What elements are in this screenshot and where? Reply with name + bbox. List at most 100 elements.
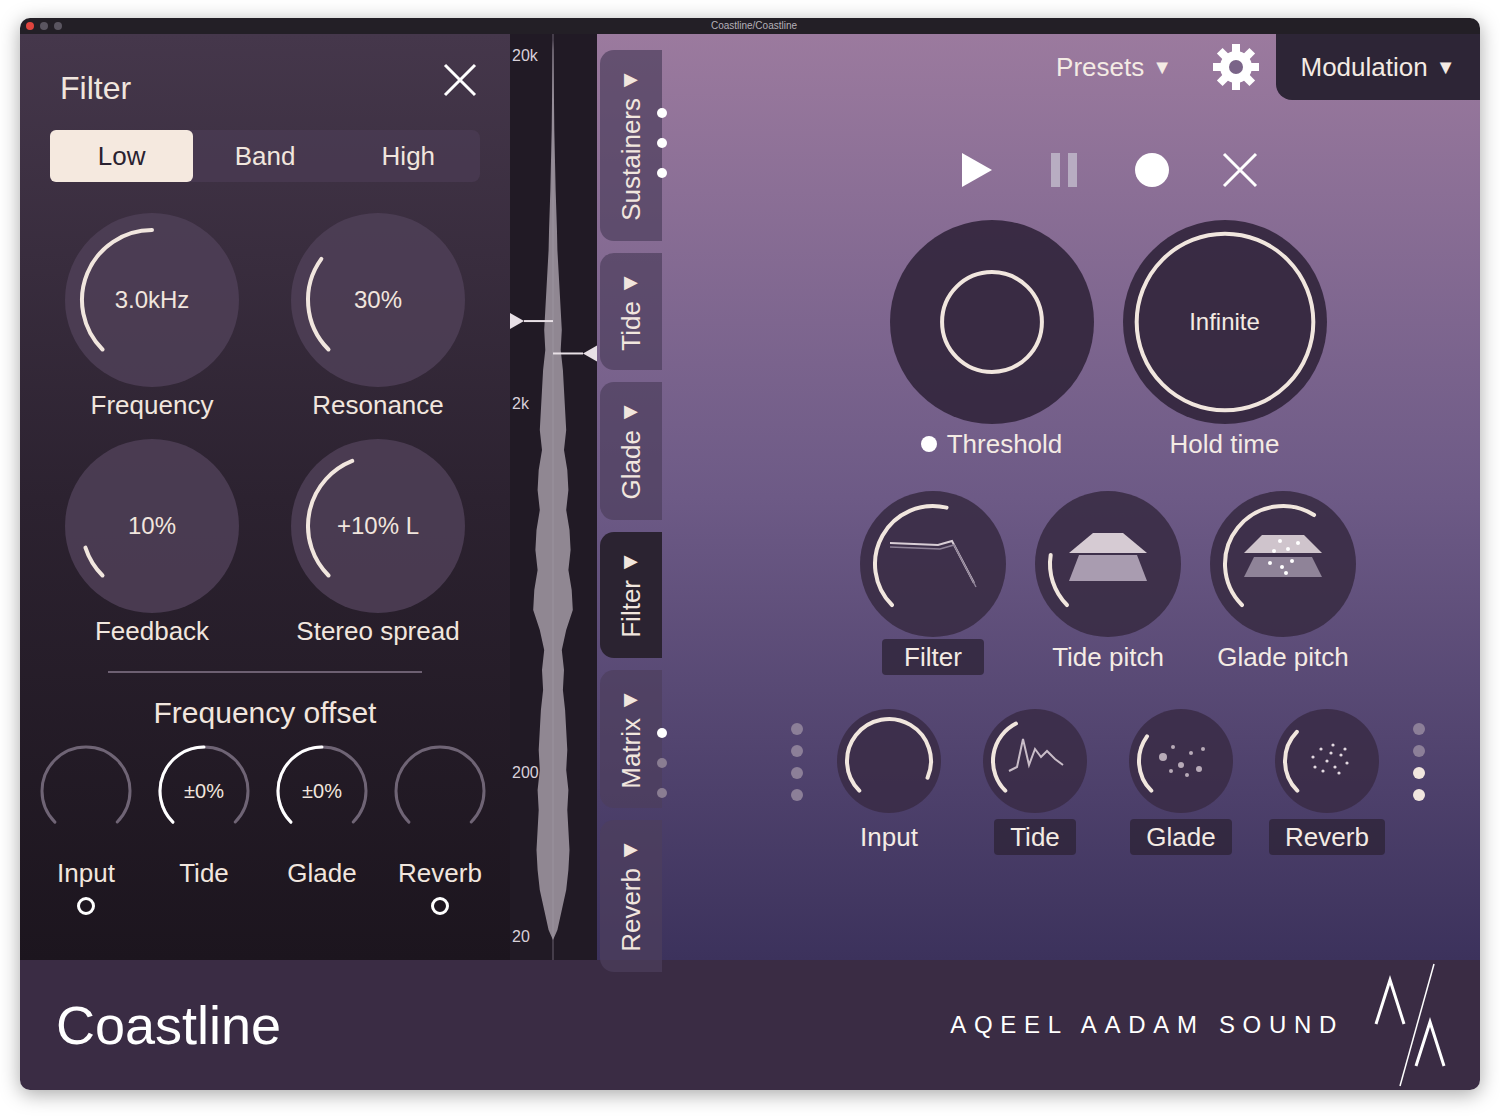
mode-option[interactable]: Low (50, 130, 193, 182)
minimize-button[interactable] (40, 22, 48, 30)
tab-label: Reverb (618, 868, 644, 952)
toggle-dot[interactable] (431, 897, 449, 915)
filter-panel: FilterLowBandHigh3.0kHzFrequency30%Reson… (20, 34, 510, 960)
module-tab[interactable]: ▶Reverb (600, 820, 662, 972)
knob[interactable]: ±0% (156, 743, 252, 839)
divider (108, 671, 422, 673)
knob-label: Input (844, 819, 934, 855)
modulation-menu[interactable]: Modulation▼ (1276, 34, 1480, 100)
knob-label: Glade (1130, 819, 1231, 855)
source-knob: Reverb (1275, 709, 1379, 855)
filter-curve-icon (890, 541, 976, 587)
module-tab[interactable]: ▶Matrix (600, 670, 662, 809)
knob[interactable] (983, 709, 1087, 813)
knob[interactable] (1275, 709, 1379, 813)
knob-label: Tide pitch (1030, 639, 1186, 675)
frequency-marker[interactable] (553, 345, 597, 361)
presets-menu[interactable]: Presets▼ (1056, 34, 1172, 100)
frequency-marker[interactable] (510, 313, 553, 329)
toggle-dot[interactable] (77, 897, 95, 915)
gear-icon[interactable] (1212, 43, 1260, 91)
filter-knob: 10%Feedback (39, 439, 265, 647)
modulation-dot (921, 436, 937, 452)
knob-label: Feedback (95, 615, 209, 647)
tab-label: Sustainers (618, 98, 644, 221)
panel-header: Filter (20, 58, 510, 118)
knob[interactable]: 30% (291, 213, 465, 387)
knob-label: Glade pitch (1195, 639, 1371, 675)
plugin-body: FilterLowBandHigh3.0kHzFrequency30%Reson… (20, 34, 1480, 960)
knob-label: Resonance (312, 389, 444, 421)
knob[interactable] (837, 709, 941, 813)
module-tab[interactable]: ▶Tide (600, 253, 662, 371)
knob[interactable]: 10% (65, 439, 239, 613)
mode-option[interactable]: Band (193, 130, 336, 182)
module-knobs: Filter Tide pitch Glade pitch (860, 491, 1356, 675)
knob-label: Filter (882, 639, 984, 675)
knob[interactable] (1129, 709, 1233, 813)
knob-label: Stereo spread (296, 615, 459, 647)
controls: ThresholdInfiniteHold timeFilterTide pit… (662, 100, 1480, 855)
module-tab[interactable]: ▶Glade (600, 382, 662, 519)
offset-knob: Input (27, 743, 145, 915)
play-icon[interactable] (956, 150, 996, 190)
knob-label: Glade (287, 857, 356, 889)
module-tabs: ▶Sustainers▶Tide▶Glade▶Filter▶Matrix▶Rev… (597, 34, 662, 960)
maker-name: AQEEL AADAM SOUND (950, 1007, 1344, 1043)
main-knob: InfiniteHold time (1123, 220, 1327, 460)
maker-logo-icon (1364, 962, 1456, 1088)
knob[interactable] (392, 743, 488, 839)
mode-selector: LowBandHigh (50, 130, 480, 182)
knob-label: Reverb (1269, 819, 1385, 855)
axis-tick: 2k (512, 394, 529, 414)
knob-label: Frequency (91, 389, 214, 421)
source-knob: Input (837, 709, 941, 855)
offset-knob: Reverb (381, 743, 499, 915)
knob[interactable] (1035, 491, 1181, 637)
tide-pitch-icon (1069, 533, 1147, 581)
knob-dial (392, 743, 488, 839)
knob[interactable] (1210, 491, 1356, 637)
knob-value: ±0% (274, 743, 370, 839)
axis-tick: 20 (512, 927, 530, 947)
knob-value: 30% (291, 213, 465, 387)
knob[interactable]: 3.0kHz (65, 213, 239, 387)
knob-value: ±0% (156, 743, 252, 839)
close-window-button[interactable] (26, 22, 34, 30)
page: Coastline/CoastlineFilterLowBandHigh3.0k… (0, 0, 1500, 1116)
knob[interactable]: Infinite (1123, 220, 1327, 424)
mode-option[interactable]: High (337, 130, 480, 182)
app-window: Coastline/CoastlineFilterLowBandHigh3.0k… (20, 18, 1480, 1090)
level-dots (1413, 723, 1425, 801)
tide-wave-icon (1009, 739, 1063, 771)
knob[interactable] (38, 743, 134, 839)
tab-dots (657, 108, 667, 178)
glade-dots-icon (1159, 745, 1205, 777)
module-knob: Filter (860, 491, 1006, 675)
top-bar: Presets▼ Modulation▼ (662, 34, 1480, 100)
pause-icon[interactable] (1044, 150, 1084, 190)
knob-label: Reverb (398, 857, 482, 889)
module-tab[interactable]: ▶Sustainers (600, 50, 662, 241)
zoom-button[interactable] (54, 22, 62, 30)
knob-label: Input (57, 857, 115, 889)
knob[interactable] (860, 491, 1006, 637)
spectrum-chart (510, 34, 597, 960)
level-dot (791, 767, 803, 779)
main-area: Presets▼Modulation▼ThresholdInfiniteHold… (662, 34, 1480, 960)
knob-value: 10% (65, 439, 239, 613)
offset-knobs: Input±0%Tide±0%GladeReverb (20, 743, 510, 915)
module-knob: Glade pitch (1210, 491, 1356, 675)
knob[interactable]: +10% L (291, 439, 465, 613)
knob[interactable]: ±0% (274, 743, 370, 839)
clear-icon[interactable] (1220, 150, 1260, 190)
record-icon[interactable] (1132, 150, 1172, 190)
tab-dot (657, 108, 667, 118)
knob-dial (38, 743, 134, 839)
reverb-dots-icon (1311, 743, 1348, 774)
knob[interactable] (890, 220, 1094, 424)
level-dot (791, 723, 803, 735)
filter-knob: 3.0kHzFrequency (39, 213, 265, 421)
close-icon[interactable] (440, 60, 480, 100)
module-tab[interactable]: ▶Filter (600, 532, 662, 658)
